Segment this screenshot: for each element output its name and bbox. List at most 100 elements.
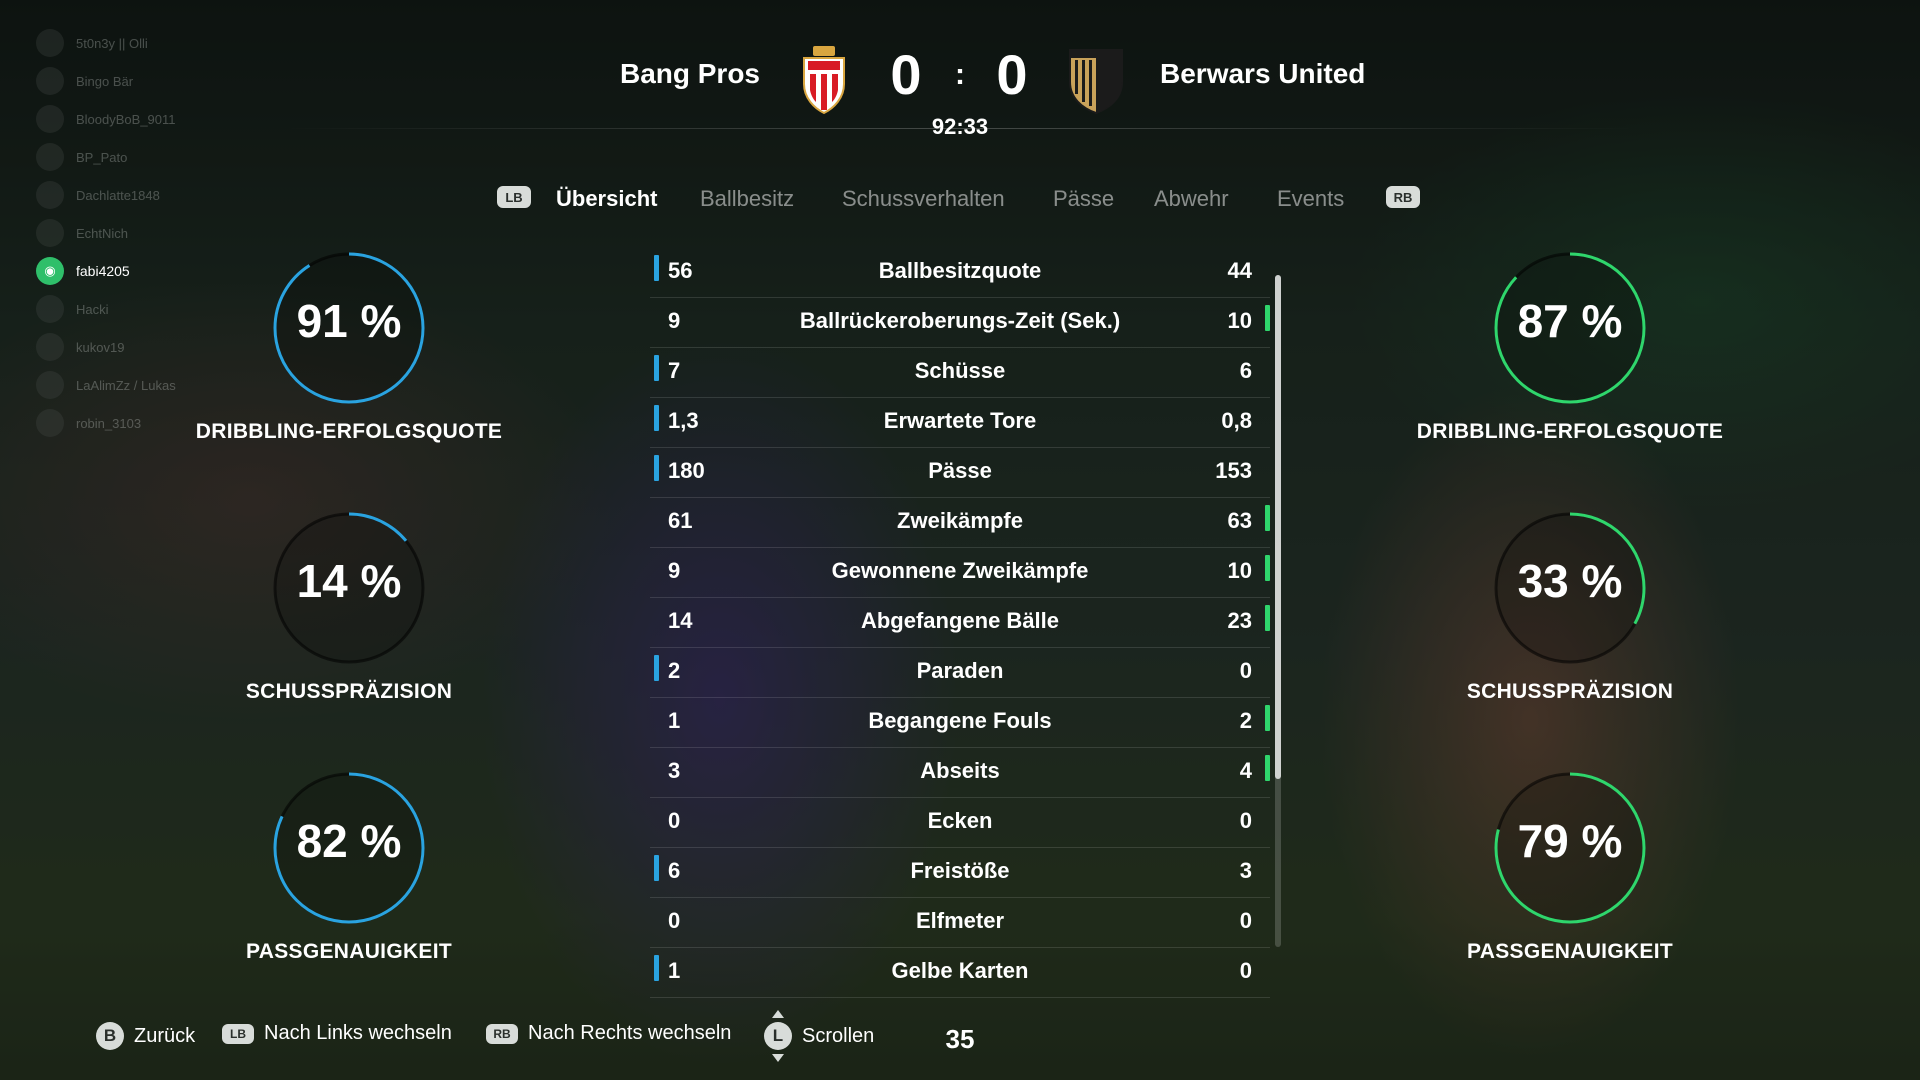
header-divider: [285, 128, 1635, 129]
friend-list-item[interactable]: Bingo Bär: [36, 62, 176, 100]
stat-name: Schüsse: [914, 358, 1006, 383]
home-leader-marker: [654, 355, 659, 381]
friend-list-item[interactable]: LaAlimZz / Lukas: [36, 366, 176, 404]
stat-home-value: 1: [668, 958, 681, 983]
stat-name: Gewonnene Zweikämpfe: [831, 558, 1089, 583]
stat-row: 6 Freistöße 3: [650, 848, 1270, 898]
stats-scrollbar-thumb[interactable]: [1275, 275, 1281, 779]
home-pass-accuracy-label: PASSGENAUIGKEIT: [246, 940, 452, 963]
tab-paesse[interactable]: Pässe: [1053, 186, 1114, 212]
home-leader-marker: [654, 955, 659, 981]
stat-home-value: 1: [668, 708, 681, 733]
away-team-name: Berwars United: [1160, 58, 1366, 89]
switch-right-hint[interactable]: RB Nach Rechts wechseln: [486, 1022, 731, 1045]
friend-list-item[interactable]: BP_Pato: [36, 138, 176, 176]
tab-abwehr[interactable]: Abwehr: [1154, 186, 1229, 212]
stat-row: 0 Elfmeter 0: [650, 898, 1270, 948]
stat-row: 2 Paraden 0: [650, 648, 1270, 698]
stat-row: 1 Gelbe Karten 0: [650, 948, 1270, 998]
avatar: [36, 143, 64, 171]
away-dribbling-label: DRIBBLING-ERFOLGSQUOTE: [1416, 420, 1724, 443]
switch-left-hint[interactable]: LB Nach Links wechseln: [222, 1022, 452, 1045]
stat-away-value: 0: [1239, 808, 1252, 833]
away-pass-accuracy-value: 79 %: [1517, 815, 1623, 867]
tab-ballbesitz[interactable]: Ballbesitz: [700, 186, 794, 212]
arrow-down-icon: [772, 1054, 784, 1062]
home-shot-accuracy-label: SCHUSSPRÄZISION: [245, 680, 453, 703]
stat-name: Ballrückeroberungs-Zeit (Sek.): [799, 308, 1121, 333]
stat-home-value: 61: [668, 508, 693, 533]
stat-row: 180 Pässe 153: [650, 448, 1270, 498]
stat-away-value: 4: [1239, 758, 1252, 783]
avatar: [36, 409, 64, 437]
away-leader-marker: [1265, 605, 1270, 631]
friend-list-item[interactable]: kukov19: [36, 328, 176, 366]
back-hint[interactable]: B Zurück: [96, 1022, 195, 1050]
friend-list-item[interactable]: EchtNich: [36, 214, 176, 252]
away-crest-icon: [1069, 49, 1123, 114]
friend-list-item[interactable]: 5t0n3y || Olli: [36, 24, 176, 62]
stat-home-value: 9: [668, 558, 681, 583]
stat-home-value: 0: [668, 908, 681, 933]
away-leader-marker: [1265, 505, 1270, 531]
friend-list-item[interactable]: robin_3103: [36, 404, 176, 442]
avatar: [36, 105, 64, 133]
stat-name: Begangene Fouls: [868, 708, 1052, 733]
friend-list-item[interactable]: BloodyBoB_9011: [36, 100, 176, 138]
home-shot-accuracy-value: 14 %: [296, 555, 402, 607]
stat-away-value: 63: [1227, 508, 1252, 533]
tab-events[interactable]: Events: [1277, 186, 1344, 212]
stat-row: 1 Begangene Fouls 2: [650, 698, 1270, 748]
stat-home-value: 3: [668, 758, 681, 783]
stat-away-value: 0: [1239, 658, 1252, 683]
stat-name: Ballbesitzquote: [878, 258, 1042, 283]
scroll-hint-label: Scrollen: [802, 1024, 875, 1047]
stats-scrollbar[interactable]: [1275, 275, 1281, 947]
match-stats-screen: 5t0n3y || Olli Bingo Bär BloodyBoB_9011 BP_…: [0, 0, 1920, 1080]
stat-name: Elfmeter: [915, 908, 1005, 933]
away-gauge-shot-accuracy: 33 % SCHUSSPRÄZISION: [1410, 510, 1730, 704]
stat-row: 56 Ballbesitzquote 44: [650, 248, 1270, 298]
rb-bumper-icon[interactable]: RB: [1386, 186, 1420, 208]
home-gauge-pass-accuracy: 82 % PASSGENAUIGKEIT: [189, 770, 509, 964]
stat-name: Paraden: [916, 658, 1004, 683]
stat-row: 7 Schüsse 6: [650, 348, 1270, 398]
home-leader-marker: [654, 455, 659, 481]
away-leader-marker: [1265, 555, 1270, 581]
friend-name: fabi4205: [76, 263, 130, 279]
lb-bumper-icon[interactable]: LB: [497, 186, 531, 208]
stat-away-value: 0: [1239, 908, 1252, 933]
friend-name: Hacki: [76, 301, 109, 317]
friend-name: Bingo Bär: [76, 73, 134, 89]
stats-table[interactable]: 56 Ballbesitzquote 44 9 Ballrückeroberungs-Z…: [650, 248, 1270, 998]
away-leader-marker: [1265, 705, 1270, 731]
scroll-hint[interactable]: L Scrollen: [764, 1010, 875, 1062]
avatar: [36, 219, 64, 247]
avatar: [36, 371, 64, 399]
stat-home-value: 180: [668, 458, 705, 483]
stat-row: 14 Abgefangene Bälle 23: [650, 598, 1270, 648]
stat-row: 61 Zweikämpfe 63: [650, 498, 1270, 548]
friend-list-item[interactable]: Hacki: [36, 290, 176, 328]
away-dribbling-value: 87 %: [1517, 295, 1623, 347]
stat-name: Zweikämpfe: [897, 508, 1023, 533]
home-leader-marker: [654, 405, 659, 431]
away-shot-accuracy-value: 33 %: [1517, 555, 1623, 607]
tab-schussverhalten[interactable]: Schussverhalten: [842, 186, 1005, 212]
friend-list-item[interactable]: ◉ fabi4205: [36, 252, 176, 290]
stat-row: 9 Gewonnene Zweikämpfe 10: [650, 548, 1270, 598]
friend-name: BP_Pato: [76, 149, 128, 165]
stat-away-value: 6: [1239, 358, 1252, 383]
match-clock: 92:33: [931, 114, 989, 139]
stat-away-value: 3: [1239, 858, 1252, 883]
score-separator: :: [955, 58, 965, 91]
left-stick-label: L: [764, 1022, 792, 1050]
switch-right-label: Nach Rechts wechseln: [528, 1022, 732, 1044]
friend-name: robin_3103: [76, 415, 142, 431]
avatar: [36, 67, 64, 95]
friend-name: BloodyBoB_9011: [76, 111, 176, 127]
stats-tab-bar: LB Übersicht Ballbesitz Schussverhalten …: [0, 182, 1920, 216]
arrow-up-icon: [772, 1010, 784, 1018]
b-button-icon: B: [96, 1022, 124, 1050]
tab-uebersicht[interactable]: Übersicht: [556, 186, 657, 212]
